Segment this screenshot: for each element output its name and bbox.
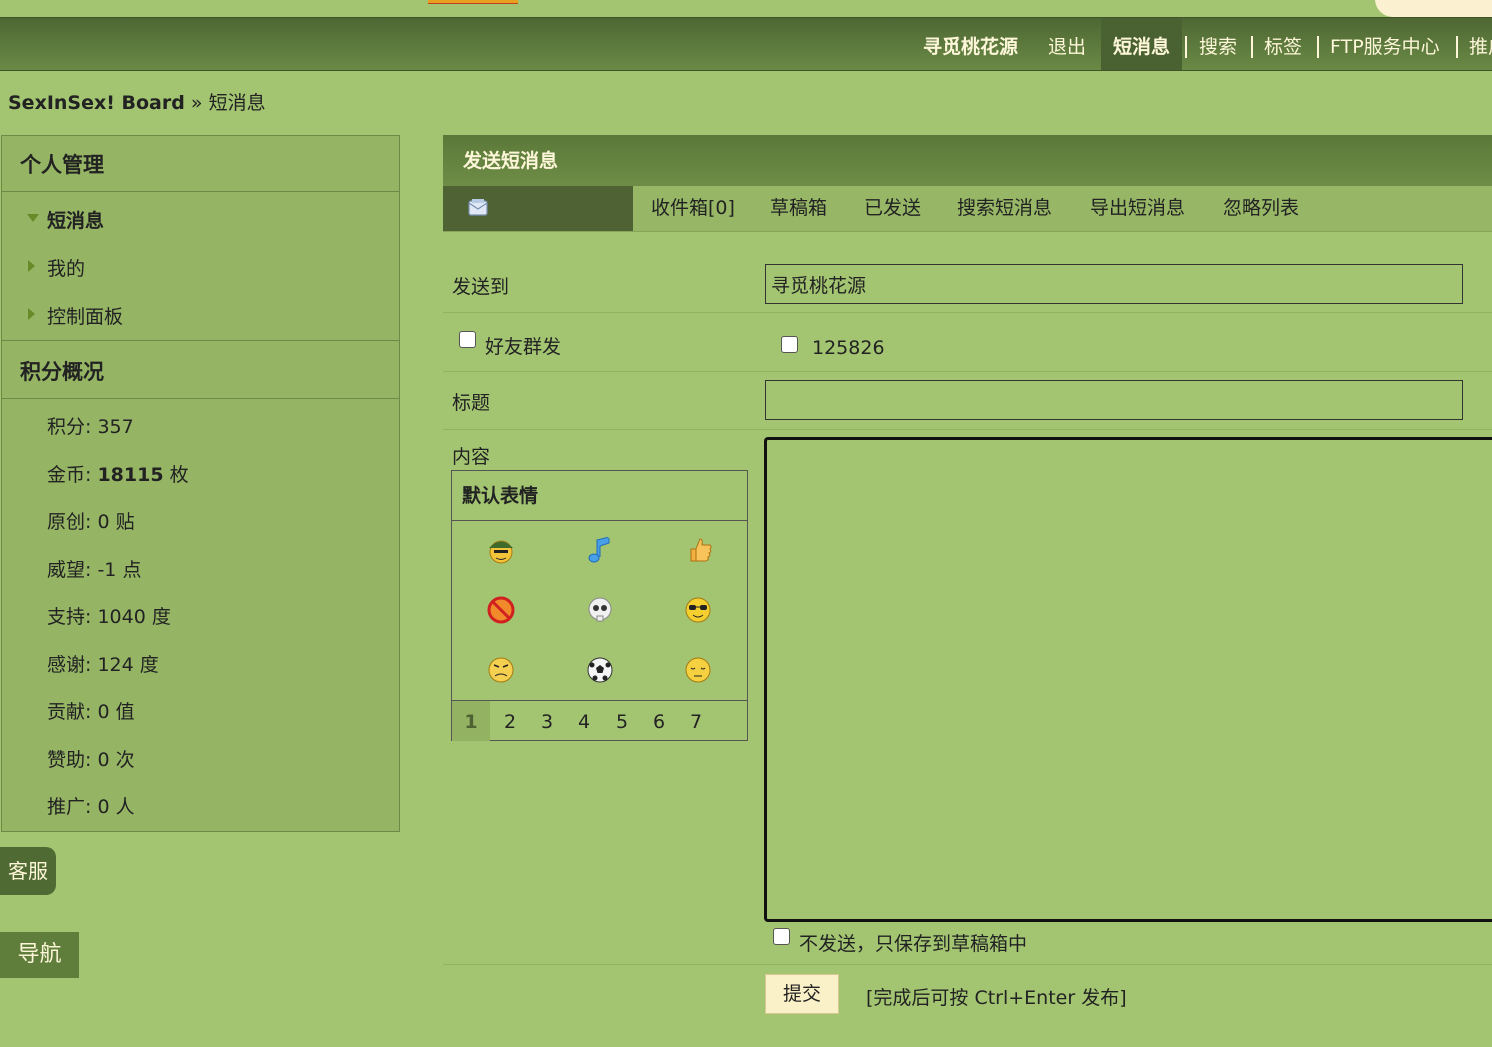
group-send-checkbox[interactable] xyxy=(459,331,476,348)
breadcrumb-current: 短消息 xyxy=(208,92,266,114)
smilies-page-3[interactable]: 3 xyxy=(536,701,558,741)
soldier-smiley-icon[interactable] xyxy=(486,535,516,565)
no-smoking-smiley-icon[interactable] xyxy=(486,595,516,625)
save-draft-label: 不发送，只保存到草稿箱中 xyxy=(799,933,1028,955)
smilies-header: 默认表情 xyxy=(452,471,747,521)
stat-thanks: 感谢: 124 度 xyxy=(47,654,159,676)
tab-ignore-list[interactable]: 忽略列表 xyxy=(1223,186,1299,231)
nav-separator xyxy=(1185,36,1187,58)
row-divider xyxy=(443,312,1492,313)
smilies-panel: 默认表情 1 2 3 4 5 6 7 xyxy=(451,470,748,741)
tab-sent[interactable]: 已发送 xyxy=(864,186,921,231)
smilies-page-1[interactable]: 1 xyxy=(452,701,490,741)
nav-ftp[interactable]: FTP服务中心 xyxy=(1330,18,1440,70)
smilies-pagination: 1 2 3 4 5 6 7 xyxy=(452,700,747,741)
skull-icon[interactable] xyxy=(585,595,615,625)
sleepy-smiley-icon[interactable] xyxy=(683,655,713,685)
friend-id-label: 125826 xyxy=(812,337,885,359)
soccer-ball-icon[interactable] xyxy=(585,655,615,685)
stat-sponsor: 赞助: 0 次 xyxy=(47,749,135,771)
panel-title: 发送短消息 xyxy=(443,135,1492,186)
message-tab-bar: 收件箱[0] 草稿箱 已发送 搜索短消息 导出短消息 忽略列表 xyxy=(443,186,1492,232)
row-divider xyxy=(443,371,1492,372)
breadcrumb: SexInSex! Board » 短消息 xyxy=(8,88,266,115)
stat-points: 积分: 357 xyxy=(47,416,134,438)
message-content-textarea[interactable] xyxy=(764,437,1492,922)
stat-contribution: 贡献: 0 值 xyxy=(47,701,135,723)
smilies-page-2[interactable]: 2 xyxy=(499,701,521,741)
smilies-page-6[interactable]: 6 xyxy=(648,701,670,741)
sunglasses-smiley-icon[interactable] xyxy=(683,595,713,625)
top-right-pill xyxy=(1375,0,1492,17)
nav-separator xyxy=(1251,36,1253,58)
logo-fragment xyxy=(428,0,518,4)
submit-hint: [完成后可按 Ctrl+Enter 发布] xyxy=(866,987,1127,1009)
customer-service-button[interactable]: 客服 xyxy=(0,847,56,895)
smilies-page-4[interactable]: 4 xyxy=(573,701,595,741)
content-label: 内容 xyxy=(452,446,491,468)
music-note-icon[interactable] xyxy=(585,535,615,565)
nav-tags[interactable]: 标签 xyxy=(1264,18,1302,70)
nav-messages[interactable]: 短消息 xyxy=(1101,18,1183,70)
friend-checkbox[interactable] xyxy=(781,336,798,353)
nav-search[interactable]: 搜索 xyxy=(1199,18,1237,70)
sidebar-divider xyxy=(2,340,399,341)
envelope-icon xyxy=(468,199,488,216)
thumbs-up-icon[interactable] xyxy=(685,535,715,565)
stat-original: 原创: 0 贴 xyxy=(47,511,135,533)
expanded-arrow-icon xyxy=(27,214,39,222)
collapsed-arrow-icon xyxy=(28,308,35,320)
nav-separator xyxy=(1317,36,1319,58)
nav-logout[interactable]: 退出 xyxy=(1048,18,1086,70)
stat-gold: 金币: 18115 枚 xyxy=(47,464,189,486)
top-navbar: 寻觅桃花源 退出 短消息 搜索 标签 FTP服务中心 推广 xyxy=(0,17,1492,71)
breadcrumb-separator: » xyxy=(190,92,203,114)
sidebar: 个人管理 短消息 我的 控制面板 积分概况 积分: 357 金币: 18115 … xyxy=(1,135,400,832)
nav-username[interactable]: 寻觅桃花源 xyxy=(923,18,1018,70)
tab-inbox[interactable]: 收件箱[0] xyxy=(651,186,735,231)
tab-search-messages[interactable]: 搜索短消息 xyxy=(957,186,1052,231)
sidebar-item-messages[interactable]: 短消息 xyxy=(47,206,104,233)
subject-label: 标题 xyxy=(452,392,491,414)
compose-tab[interactable] xyxy=(443,186,633,231)
stat-promotion: 推广: 0 人 xyxy=(47,796,135,818)
smilies-page-7[interactable]: 7 xyxy=(685,701,707,741)
sidebar-header-points: 积分概况 xyxy=(2,343,399,399)
smilies-page-5[interactable]: 5 xyxy=(611,701,633,741)
row-divider xyxy=(443,429,1492,430)
breadcrumb-home[interactable]: SexInSex! Board xyxy=(8,92,185,114)
subject-input[interactable] xyxy=(765,380,1463,420)
navigation-button[interactable]: 导航 xyxy=(0,932,79,978)
sidebar-header-personal: 个人管理 xyxy=(2,136,399,192)
nav-separator xyxy=(1456,36,1458,58)
stat-support: 支持: 1040 度 xyxy=(47,606,171,628)
angry-smiley-icon[interactable] xyxy=(486,655,516,685)
save-draft-checkbox[interactable] xyxy=(773,928,790,945)
stat-prestige: 威望: -1 点 xyxy=(47,559,142,581)
group-send-label: 好友群发 xyxy=(485,336,562,358)
tab-drafts[interactable]: 草稿箱 xyxy=(770,186,827,231)
sidebar-item-mine[interactable]: 我的 xyxy=(47,254,85,281)
send-to-label: 发送到 xyxy=(452,276,510,298)
tab-export-messages[interactable]: 导出短消息 xyxy=(1090,186,1185,231)
recipient-input[interactable] xyxy=(765,264,1463,304)
row-divider xyxy=(443,964,1492,965)
sidebar-item-control-panel[interactable]: 控制面板 xyxy=(47,302,123,329)
nav-more[interactable]: 推广 xyxy=(1469,18,1492,70)
collapsed-arrow-icon xyxy=(28,260,35,272)
submit-button[interactable]: 提交 xyxy=(765,974,839,1014)
